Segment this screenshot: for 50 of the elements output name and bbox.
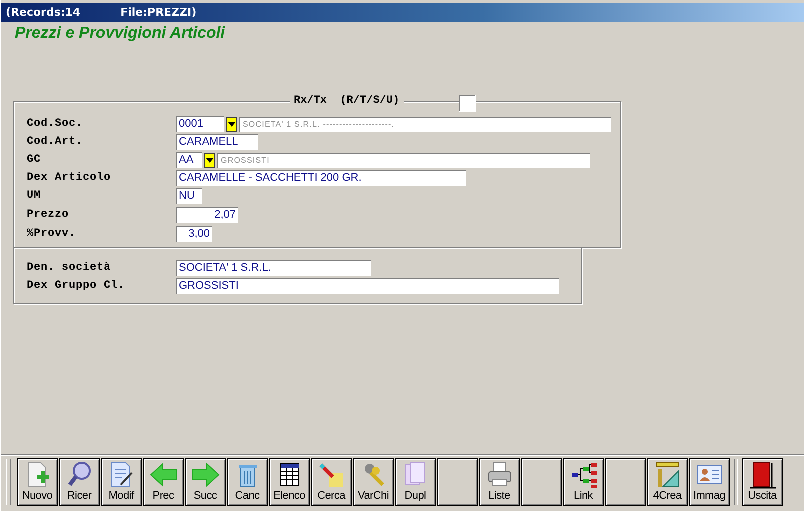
- field-label: Cod.Soc.: [27, 118, 84, 130]
- rxtx-field[interactable]: [459, 95, 476, 112]
- records-count: (Records:14: [6, 6, 81, 19]
- left-arrow-icon: [148, 461, 178, 489]
- field-label: Cod.Art.: [27, 136, 84, 148]
- input-field[interactable]: AA: [176, 152, 202, 168]
- field-label: Den. società: [27, 262, 112, 274]
- toolbar-button[interactable]: Elenco: [269, 458, 310, 506]
- door-icon: [748, 461, 778, 489]
- blank-button[interactable]: [521, 458, 562, 506]
- toolbar-button[interactable]: Prec: [143, 458, 184, 506]
- toolbar-button[interactable]: Ricer: [59, 458, 100, 506]
- toolbar-button[interactable]: Liste: [479, 458, 520, 506]
- dropdown-button[interactable]: [204, 152, 215, 168]
- file-name: File:PREZZI): [120, 6, 197, 19]
- dropdown-button[interactable]: [226, 116, 237, 132]
- input-field[interactable]: NU: [176, 188, 202, 204]
- input-field[interactable]: CARAMELLE - SACCHETTI 200 GR.: [176, 170, 466, 186]
- caret-icon: [206, 158, 214, 162]
- field-label: GC: [27, 154, 42, 166]
- input-field[interactable]: SOCIETA' 1 S.R.L.: [176, 260, 371, 276]
- field-label: Dex Gruppo Cl.: [27, 280, 126, 292]
- input-field[interactable]: CARAMELL: [176, 134, 258, 150]
- toolbar-button[interactable]: Cerca: [311, 458, 352, 506]
- toolbar-button[interactable]: Canc: [227, 458, 268, 506]
- description-field: SOCIETA' 1 S.R.L. ---------------------.: [239, 116, 611, 132]
- toolbar-button[interactable]: Link: [563, 458, 604, 506]
- input-field[interactable]: 3,00: [176, 226, 212, 242]
- toolbar-button[interactable]: Nuovo: [17, 458, 58, 506]
- toolbar-button[interactable]: 4Crea: [647, 458, 688, 506]
- toolbar-button[interactable]: Modif: [101, 458, 142, 506]
- description-field: GROSSISTI: [217, 152, 590, 168]
- blank-button[interactable]: [605, 458, 646, 506]
- input-field[interactable]: 2,07: [176, 206, 238, 222]
- toolbar-button[interactable]: VarChi: [353, 458, 394, 506]
- blank-button[interactable]: [437, 458, 478, 506]
- input-field[interactable]: 0001: [176, 116, 224, 132]
- field-label: Prezzo: [27, 208, 70, 220]
- toolbar-button[interactable]: Succ: [185, 458, 226, 506]
- field-label: Dex Articolo: [27, 172, 112, 184]
- rxtx-label: Rx/Tx (R/T/S/U): [290, 95, 404, 107]
- field-label: %Provv.: [27, 228, 78, 240]
- toolbar-button[interactable]: Dupl: [395, 458, 436, 506]
- form-heading: Prezzi e Provvigioni Articoli: [15, 25, 226, 43]
- field-label: UM: [27, 190, 42, 202]
- input-field[interactable]: GROSSISTI: [176, 278, 559, 294]
- caret-icon: [228, 122, 236, 126]
- right-arrow-icon: [190, 461, 220, 489]
- toolbar-button[interactable]: Uscita: [742, 458, 783, 506]
- toolbar-button[interactable]: Immag: [689, 458, 730, 506]
